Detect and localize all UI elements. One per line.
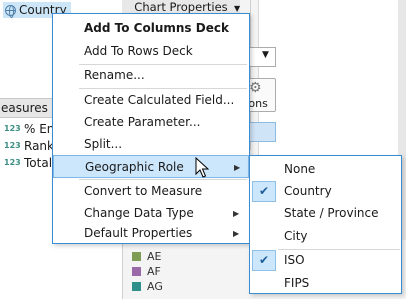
submenu-item-state-province[interactable]: State / Province [250,202,401,225]
measure-label: Rank [24,138,54,153]
chevron-right-icon: ▶ [234,163,241,172]
geographic-role-submenu: None ✔ Country State / Province City ✔ I… [249,155,402,294]
checkmark-icon: ✔ [252,250,276,271]
legend-label: AG [147,279,163,293]
measure-field-total[interactable]: 123 Total [4,154,52,171]
menu-item-label: Default Properties [84,226,193,240]
menu-item-label: Geographic Role [85,160,184,174]
gear-icon: ⚙ [249,80,262,96]
menu-item-default-properties[interactable]: Default Properties ▶ [53,222,249,245]
menu-item-create-calculated-field[interactable]: Create Calculated Field... [53,89,249,112]
measure-label: Total [24,155,53,170]
legend-label: AF [147,264,161,278]
menu-item-rename[interactable]: Rename... [53,64,249,87]
submenu-item-country[interactable]: ✔ Country [250,180,401,203]
chevron-right-icon: ▶ [233,229,240,238]
menu-item-geographic-role[interactable]: Geographic Role ▶ [53,155,249,178]
menu-item-create-parameter[interactable]: Create Parameter... [53,111,249,134]
measure-field-rank[interactable]: 123 Rank [4,137,54,154]
menu-item-label: Change Data Type [84,206,194,220]
submenu-item-label: Country [284,184,332,198]
menu-item-split[interactable]: Split... [53,133,249,156]
legend-item[interactable]: AG [132,279,163,293]
legend-item[interactable]: AE [132,249,161,263]
submenu-item-label: ISO [284,253,305,267]
tab-chart-properties-label: Chart Properties [134,0,228,14]
number-type-icon: 123 [4,124,21,133]
menu-item-add-to-columns-deck[interactable]: Add To Columns Deck [53,17,249,40]
legend-swatch [132,266,141,276]
measures-header: easures [0,98,60,118]
checkmark-icon: ✔ [252,181,276,202]
number-type-icon: 123 [4,158,21,167]
legend-label: AE [147,249,162,263]
canvas-pane [258,0,406,155]
legend-swatch [132,281,141,291]
chevron-down-icon: ▼ [262,50,269,60]
submenu-item-city[interactable]: City [250,225,401,248]
submenu-item-none[interactable]: None [250,158,401,181]
number-type-icon: 123 [4,141,21,150]
field-context-menu: Add To Columns Deck Add To Rows Deck Ren… [52,13,250,244]
mouse-pointer-icon [195,157,209,178]
menu-item-convert-to-measure[interactable]: Convert to Measure [53,180,249,203]
submenu-item-iso[interactable]: ✔ ISO [250,249,401,272]
menu-item-add-to-rows-deck[interactable]: Add To Rows Deck [53,40,249,63]
chart-type-dropdown[interactable]: ▼ [248,47,276,67]
legend-item[interactable]: AF [132,264,161,278]
submenu-item-fips[interactable]: FIPS [250,272,401,295]
globe-icon [5,4,16,18]
legend-swatch [132,251,141,261]
